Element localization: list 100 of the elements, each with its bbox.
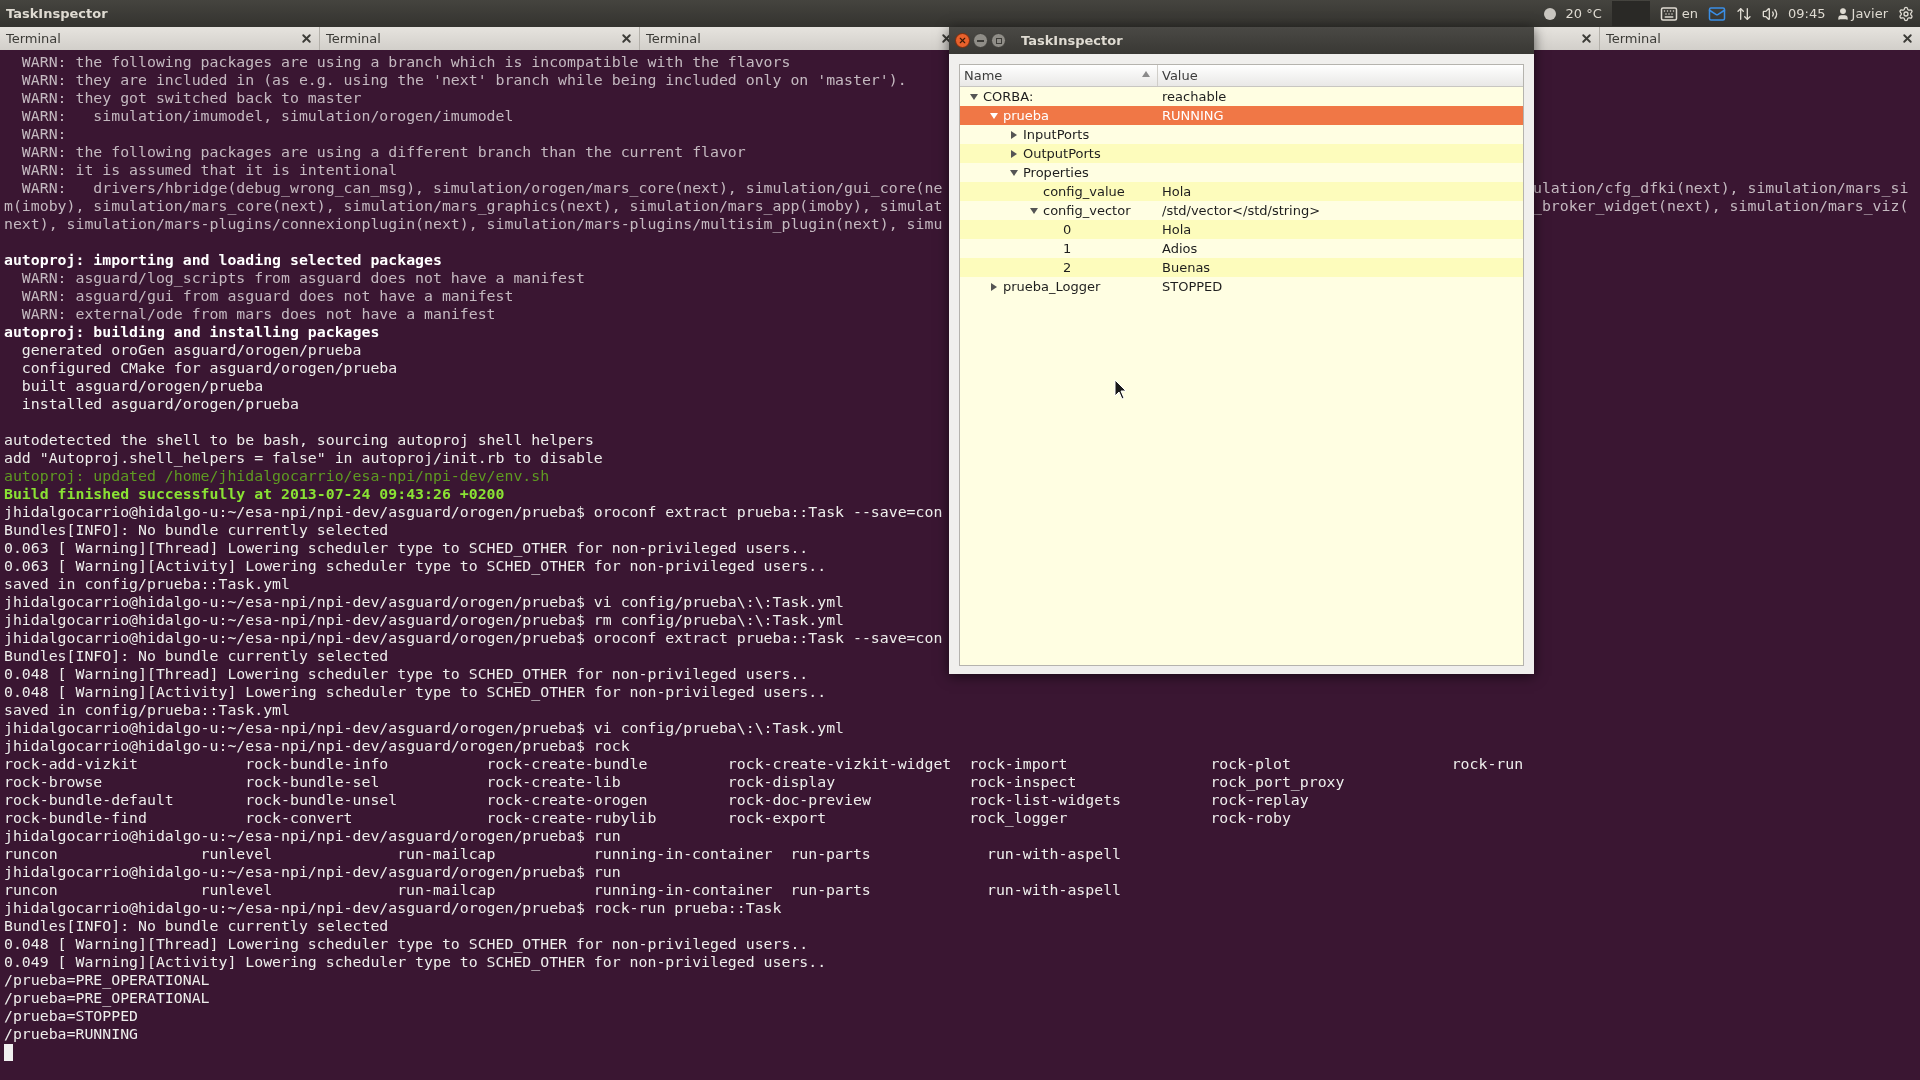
terminal-line: WARN: asguard/gui from asguard does not have a manifest <box>20 287 514 305</box>
terminal-line: m(imoby), simulation/mars_core(next), simulation/mars_graphics(next), simulation/mars_app(imoby), simulat <box>4 197 943 215</box>
weather-icon[interactable] <box>1543 7 1556 20</box>
terminal-line: autodetected the shell to be bash, sourcing autoproj shell helpers <box>4 431 594 449</box>
mail-icon[interactable] <box>1708 4 1727 23</box>
expanded-arrow-icon[interactable] <box>1030 206 1038 215</box>
completion-item: rock-inspect <box>969 773 1077 791</box>
terminal-line: installed asguard/orogen/prueba <box>20 395 299 413</box>
terminal-line: jhidalgocarrio@hidalgo-u:~/esa-npi/npi-dev/asguard/orogen/prueba$ rock-run prueba::Task <box>4 899 782 917</box>
terminal-line: 0.048 [ Warning][Activity] Lowering scheduler type to SCHED_OTHER for non-privileged users.. <box>4 683 827 701</box>
tree-row[interactable]: 2 Buenas <box>960 258 1523 277</box>
completion-item: rock-import <box>969 755 1068 773</box>
completion-item: rock-bundle-sel <box>245 773 380 791</box>
node-name: CORBA: <box>983 87 1034 106</box>
terminal-line: jhidalgocarrio@hidalgo-u:~/esa-npi/npi-dev/asguard/orogen/prueba$ run <box>4 863 621 881</box>
completion-item: running-in-container <box>593 845 773 863</box>
node-name: prueba <box>1003 106 1050 125</box>
completion-item: rock-roby <box>1210 809 1291 827</box>
terminal-tab[interactable]: Terminal <box>646 28 701 49</box>
completion-item: runlevel <box>200 845 273 863</box>
maximize-button[interactable] <box>991 33 1006 48</box>
completion-item: run-parts <box>790 881 871 899</box>
completion-item: rock-doc-preview <box>727 791 871 809</box>
terminal-line: jhidalgocarrio@hidalgo-u:~/esa-npi/npi-dev/asguard/orogen/prueba$ rm config/prueba\:\:Task.yml <box>4 611 845 629</box>
terminal-line: saved in config/prueba::Task.yml <box>4 701 290 719</box>
minimize-icon <box>977 39 984 42</box>
terminal-line: ulation/cfg_dfki(next), simulation/mars_si <box>1533 179 1909 197</box>
node-value: reachable <box>1161 87 1227 106</box>
terminal-line: Bundles[INFO]: No bundle currently selected <box>4 917 389 935</box>
terminal-line: autoproj: building and installing packages <box>4 323 380 341</box>
completion-item: rock-bundle-default <box>4 791 174 809</box>
terminal-line: jhidalgocarrio@hidalgo-u:~/esa-npi/npi-dev/asguard/orogen/prueba$ vi config/prueba\:\:Task.yml <box>4 593 845 611</box>
weather-reading[interactable]: 20 °C <box>1565 3 1602 24</box>
terminal-line: 0.063 [ Warning][Activity] Lowering scheduler type to SCHED_OTHER for non-privileged users.. <box>4 557 827 575</box>
tree-row[interactable]: config_value Hola <box>960 182 1523 201</box>
terminal-line: saved in config/prueba::Task.yml <box>4 575 290 593</box>
terminal-line: WARN: the following packages are using a branch which is incompatible with the flavors <box>20 53 791 71</box>
terminal-line: /prueba=PRE_OPERATIONAL <box>4 989 210 1007</box>
completion-item: rock-list-widgets <box>969 791 1122 809</box>
app-name: TaskInspector <box>6 4 108 23</box>
clock[interactable]: 09:45 <box>1788 3 1826 24</box>
terminal-tab[interactable]: Terminal <box>6 28 61 49</box>
mouse-pointer-icon <box>1114 379 1128 400</box>
terminal-line: 0.049 [ Warning][Activity] Lowering scheduler type to SCHED_OTHER for non-privileged users.. <box>4 953 827 971</box>
terminal-line: jhidalgocarrio@hidalgo-u:~/esa-npi/npi-dev/asguard/orogen/prueba$ run <box>4 827 621 845</box>
minimize-button[interactable] <box>973 33 988 48</box>
completion-item: rock-create-bundle <box>486 755 648 773</box>
tab-close-icon[interactable] <box>1580 32 1593 45</box>
keyboard-layout[interactable]: en <box>1681 3 1699 24</box>
node-value: Adios <box>1161 239 1198 258</box>
terminal-line: next), simulation/mars-plugins/connexionplugin(next), simulation/mars-plugins/multisim_plugin(next), simu <box>4 215 943 233</box>
terminal-line: WARN: external/ode from mars does not have a manifest <box>20 305 496 323</box>
node-value: Hola <box>1161 182 1192 201</box>
terminal-line: /prueba=RUNNING <box>4 1025 139 1043</box>
completion-item: rock-create-orogen <box>486 791 648 809</box>
close-button[interactable] <box>955 33 970 48</box>
terminal-line: 0.048 [ Warning][Thread] Lowering scheduler type to SCHED_OTHER for non-privileged users.. <box>4 665 809 683</box>
tab-close-icon[interactable] <box>1901 32 1914 45</box>
maximize-icon <box>995 37 1002 44</box>
node-name: 0 <box>1063 220 1072 239</box>
expanded-arrow-icon[interactable] <box>970 92 978 101</box>
terminal-line: jhidalgocarrio@hidalgo-u:~/esa-npi/npi-dev/asguard/orogen/prueba$ vi config/prueba\:\:Task.yml <box>4 719 845 737</box>
node-name: InputPorts <box>1023 125 1090 144</box>
collapsed-arrow-icon[interactable] <box>1010 130 1018 139</box>
completion-item: runlevel <box>200 881 273 899</box>
terminal-tab[interactable]: Terminal <box>1606 28 1661 49</box>
column-header[interactable]: Value <box>1158 65 1523 86</box>
node-name: config_value <box>1043 182 1125 201</box>
completion-item: rock-bundle-find <box>4 809 147 827</box>
tab-close-icon[interactable] <box>620 32 633 45</box>
terminal-line: WARN: drivers/hbridge(debug_wrong_can_msg), simulation/orogen/mars_core(next), simulation/gui_core(ne <box>20 179 943 197</box>
terminal-line: WARN: it is assumed that it is intentional <box>20 161 398 179</box>
terminal-line: 0.063 [ Warning][Thread] Lowering scheduler type to SCHED_OTHER for non-privileged users.. <box>4 539 809 557</box>
node-name: Properties <box>1023 163 1089 182</box>
tab-close-icon[interactable] <box>300 32 313 45</box>
user-icon[interactable] <box>1835 6 1850 21</box>
settings-icon[interactable] <box>1898 5 1914 22</box>
terminal-line: add "Autoproj.shell_helpers = false" in autoproj/init.rb to disable <box>4 449 603 467</box>
collapsed-arrow-icon[interactable] <box>1010 149 1018 158</box>
completion-item: run-mailcap <box>397 881 496 899</box>
node-name: config_vector <box>1043 201 1131 220</box>
user-name[interactable]: Javier <box>1851 3 1888 24</box>
expanded-arrow-icon[interactable] <box>1010 168 1018 177</box>
close-icon <box>958 36 967 45</box>
collapsed-arrow-icon[interactable] <box>990 282 998 291</box>
tree-row[interactable]: OutputPorts <box>960 144 1523 163</box>
terminal-line: jhidalgocarrio@hidalgo-u:~/esa-npi/npi-dev/asguard/orogen/prueba$ rock <box>4 737 630 755</box>
tree-row[interactable]: 0 Hola <box>960 220 1523 239</box>
terminal-line: /prueba=STOPPED <box>4 1007 139 1025</box>
terminal-tab[interactable]: Terminal <box>326 28 381 49</box>
terminal-line: WARN: <box>20 125 67 143</box>
terminal-line: WARN: simulation/imumodel, simulation/orogen/imumodel <box>20 107 514 125</box>
volume-icon[interactable] <box>1762 5 1779 22</box>
completion-item: runcon <box>4 845 58 863</box>
node-name: 2 <box>1063 258 1072 277</box>
keyboard-icon[interactable] <box>1659 4 1678 23</box>
network-icon[interactable] <box>1736 5 1753 22</box>
completion-item: rock-convert <box>245 809 353 827</box>
completion-item: rock-export <box>727 809 827 827</box>
node-value: Hola <box>1161 220 1192 239</box>
